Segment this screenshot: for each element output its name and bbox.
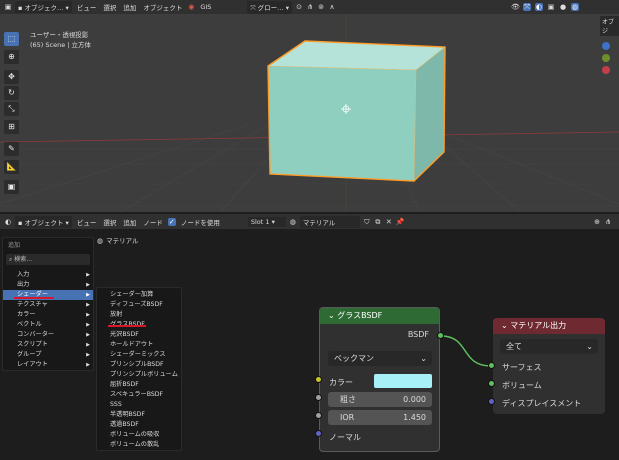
ior-value: 1.450 xyxy=(403,413,426,422)
ior-input-socket[interactable] xyxy=(315,412,322,419)
bsdf-output-socket[interactable] xyxy=(437,332,444,339)
snap-node-icon[interactable]: ⋔ xyxy=(604,218,612,226)
mode-dropdown[interactable]: ▪ オブジェク… ▾ xyxy=(15,1,72,13)
roughness-value: 0.000 xyxy=(403,395,426,404)
move-tool-icon[interactable]: ✥ xyxy=(4,70,19,84)
editor-type-icon[interactable]: ▣ xyxy=(4,3,12,11)
menu-view[interactable]: ビュー xyxy=(75,2,99,12)
node-editor-header: ◐ ▪ オブジェクト ▾ ビュー 選択 追加 ノード ✓ ノードを使用 Slot… xyxy=(0,214,619,229)
color-input-socket[interactable] xyxy=(315,376,322,383)
material-preview-icon[interactable]: ◉ xyxy=(187,3,195,11)
cube-front-face xyxy=(268,66,416,181)
material-output-node[interactable]: ⌄ マテリアル出力 全て ⌄ サーフェス ボリューム ディスプレイスメント xyxy=(493,318,605,414)
ior-field[interactable]: IOR 1.450 xyxy=(328,410,432,425)
menu-gis[interactable]: GIS xyxy=(198,3,213,11)
material-output-node-header[interactable]: ⌄ マテリアル出力 xyxy=(493,318,605,334)
collapse-chevron-icon[interactable]: ⌄ xyxy=(328,311,335,320)
node-menu-node[interactable]: ノード xyxy=(141,217,165,227)
curve-icon[interactable]: ∧ xyxy=(328,3,336,11)
annotate-tool-icon[interactable]: ✎ xyxy=(4,142,19,156)
surface-input-socket[interactable] xyxy=(488,362,495,369)
node-menu-add[interactable]: 追加 xyxy=(121,217,138,227)
target-label: 全て xyxy=(506,342,522,351)
use-nodes-label: ノードを使用 xyxy=(180,218,220,227)
pin-icon[interactable]: 📌 xyxy=(396,218,405,226)
right-tab[interactable]: オブジ xyxy=(600,16,619,36)
use-nodes-checkbox[interactable]: ✓ xyxy=(167,217,176,226)
output-collapse-chevron-icon[interactable]: ⌄ xyxy=(501,321,508,330)
surface-label: サーフェス xyxy=(502,363,542,372)
mode-label: オブジェク… xyxy=(24,4,64,12)
measure-tool-icon[interactable]: 📐 xyxy=(4,160,19,174)
scale-tool-icon[interactable]: ⤡ xyxy=(4,102,19,116)
unlink-material-icon[interactable]: ✕ xyxy=(385,218,393,226)
distribution-dropdown[interactable]: ベックマン ⌄ xyxy=(328,351,432,366)
material-browse-icon[interactable]: ◍ xyxy=(289,218,297,226)
overlay-icon[interactable]: ◐ xyxy=(535,3,543,11)
node-menu-view[interactable]: ビュー xyxy=(75,217,99,227)
volume-input-socket[interactable] xyxy=(488,380,495,387)
bsdf-to-surface-link xyxy=(440,335,492,367)
roughness-field[interactable]: 粗さ 0.000 xyxy=(328,392,432,407)
displacement-label: ディスプレイスメント xyxy=(502,399,582,408)
rotate-tool-icon[interactable]: ↻ xyxy=(4,86,19,100)
node-editor-canvas[interactable]: ◍ マテリアル 追加 ⌕ 検索... 入力 ▶ 出力 ▶ シェーダー ▶ テクスチャ ▶ カラー… xyxy=(0,229,619,460)
fake-user-icon[interactable]: ⛉ xyxy=(363,218,371,226)
scene-info: (65) Scene | 立方体 xyxy=(30,41,92,49)
slot-dropdown[interactable]: Slot 1 ▾ xyxy=(247,216,286,227)
glass-node-title: グラスBSDF xyxy=(337,311,383,320)
snap-icon[interactable]: ⋔ xyxy=(306,3,314,11)
transform-label: グロー… xyxy=(257,3,284,12)
shading-material-icon[interactable]: ◍ xyxy=(571,3,579,11)
viewport-header-right: 👁 ⤧ ◐ ▣ ● ◍ xyxy=(505,0,619,14)
add-cube-tool-icon[interactable]: ▣ xyxy=(4,180,19,194)
menu-object[interactable]: オブジェクト xyxy=(141,2,184,12)
color-swatch[interactable] xyxy=(374,374,432,388)
proportional-edit-icon[interactable]: ⊚ xyxy=(317,3,325,11)
roughness-label: 粗さ xyxy=(340,395,356,404)
cursor-tool-icon[interactable]: ⊕ xyxy=(4,50,19,64)
viewport-info: ユーザー・透視投影 (65) Scene | 立方体 xyxy=(30,30,91,50)
volume-label: ボリューム xyxy=(502,381,542,390)
menu-add[interactable]: 追加 xyxy=(121,2,138,12)
duplicate-material-icon[interactable]: ⧉ xyxy=(374,218,382,226)
target-chevron-icon: ⌄ xyxy=(586,342,593,351)
transform-orientation-dropdown[interactable]: ⤧ グロー… ▾ xyxy=(247,0,292,14)
distribution-label: ベックマン xyxy=(334,354,374,363)
material-name-field[interactable]: マテリアル xyxy=(299,215,360,228)
bsdf-output-label: BSDF xyxy=(407,330,429,339)
gizmo-icon[interactable]: ⤧ xyxy=(523,3,531,11)
gizmo-x-axis xyxy=(602,66,610,74)
node-mode-label: オブジェクト xyxy=(24,218,64,227)
view-name: ユーザー・透視投影 xyxy=(30,31,89,39)
target-dropdown[interactable]: 全て ⌄ xyxy=(500,339,598,354)
node-mode-dropdown[interactable]: ▪ オブジェクト ▾ xyxy=(15,215,72,228)
viewport-canvas xyxy=(0,14,619,212)
displacement-input-socket[interactable] xyxy=(488,398,495,405)
node-menu-select[interactable]: 選択 xyxy=(101,217,118,227)
shading-solid-icon[interactable]: ● xyxy=(559,3,567,11)
select-box-tool-icon[interactable]: ⬚ xyxy=(4,32,19,46)
chevron-down-icon: ⌄ xyxy=(420,354,427,363)
normal-label: ノーマル xyxy=(329,433,361,442)
glass-bsdf-node-header[interactable]: ⌄ グラスBSDF xyxy=(320,308,439,324)
glass-bsdf-node[interactable]: ⌄ グラスBSDF BSDF ベックマン ⌄ カラー 粗さ 0.000 IOR … xyxy=(319,307,440,452)
gizmo-y-axis xyxy=(602,54,610,62)
xray-icon[interactable]: ▣ xyxy=(547,3,555,11)
color-label: カラー xyxy=(329,378,353,387)
slot-label: Slot 1 xyxy=(250,217,270,226)
output-node-title: マテリアル出力 xyxy=(510,321,567,330)
normal-input-socket[interactable] xyxy=(315,430,322,437)
ior-label: IOR xyxy=(340,413,355,422)
roughness-input-socket[interactable] xyxy=(315,394,322,401)
viewport-3d[interactable]: ユーザー・透視投影 (65) Scene | 立方体 オブジ ⬚ ⊕ ✥ ↻ ⤡… xyxy=(0,14,619,212)
pivot-icon[interactable]: ⊙ xyxy=(295,3,303,11)
gizmo-z-axis xyxy=(602,42,610,50)
menu-select[interactable]: 選択 xyxy=(101,2,118,12)
visibility-icon[interactable]: 👁 xyxy=(511,3,520,11)
node-overlay-icon[interactable]: ⊕ xyxy=(593,218,601,226)
transform-tool-icon[interactable]: ⊞ xyxy=(4,120,19,134)
node-editor-type-icon[interactable]: ◐ xyxy=(4,218,12,226)
